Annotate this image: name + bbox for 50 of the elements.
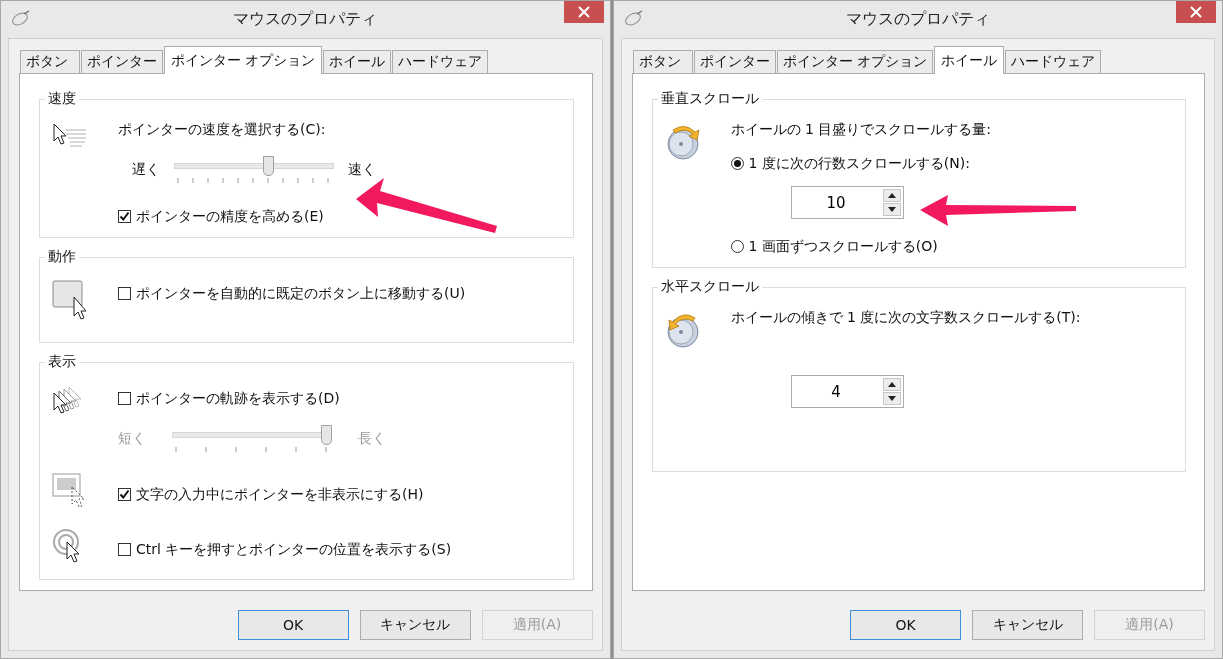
dialog-button[interactable]: OK [237,610,349,640]
tab[interactable]: ハードウェア [392,50,489,73]
window-title: マウスのプロパティ [844,9,991,30]
radio-option[interactable]: 1 画面ずつスクロールする(O) [730,235,938,257]
group-title: 垂直スクロール [659,90,760,108]
checkbox[interactable] [118,487,131,501]
window-title: マウスのプロパティ [232,9,379,30]
dialog-button[interactable]: キャンセル [359,610,471,640]
slider-track[interactable] [174,156,334,178]
setting-label: ポインターの速度を選択する(C): [118,120,326,139]
checkbox-option[interactable]: 文字の入力中にポインターを非表示にする(H) [118,483,424,505]
mouse-icon [623,10,644,26]
radio-option[interactable]: 1 度に次の行数スクロールする(N): [730,152,970,174]
radio-button[interactable] [730,239,744,253]
checkbox[interactable] [118,391,131,405]
tab[interactable]: ポインター オプション [164,46,323,74]
checkbox-option[interactable]: ポインターを自動的に既定のボタン上に移動する(U) [118,282,466,304]
tab[interactable]: ポインター [81,50,163,73]
close-button[interactable] [1176,1,1216,23]
dialog-button[interactable]: OK [850,610,961,640]
tab[interactable]: ハードウェア [1004,50,1101,73]
checkbox[interactable] [118,542,131,556]
checkbox-option[interactable]: Ctrl キーを押すとポインターの位置を表示する(S) [118,538,452,560]
dialog-button[interactable]: キャンセル [972,610,1083,640]
slider-label: 遅く [132,161,160,179]
close-button[interactable] [563,1,604,23]
group-title: 表示 [47,353,77,371]
tab[interactable]: ボタン [20,50,80,73]
slider-label: 長く [358,430,386,448]
checkbox-option[interactable]: ポインターの精度を高める(E) [118,205,324,227]
close-icon [1190,6,1202,18]
close-icon [577,6,590,18]
slider-label: 速く [348,161,376,179]
mouse-icon [11,10,31,26]
group-title: 水平スクロール [659,278,760,296]
setting-label: ホイールの 1 目盛りでスクロールする量: [730,120,992,139]
slider-label: 短く [118,430,146,448]
group-title: 動作 [47,248,77,266]
group-title: 速度 [47,90,77,108]
tab[interactable]: ホイール [933,46,1004,74]
tab[interactable]: ポインター [693,50,776,73]
slider-thumb[interactable] [263,156,275,176]
checkbox[interactable] [118,209,131,223]
tab[interactable]: ポインター オプション [776,50,933,73]
tab[interactable]: ボタン [632,50,693,73]
checkbox[interactable] [118,286,131,300]
radio-button[interactable] [730,156,744,170]
checkbox-option[interactable]: ポインターの軌跡を表示する(D) [118,387,340,409]
setting-label: ホイールの傾きで 1 度に次の文字数スクロールする(T): [730,308,1081,327]
tab[interactable]: ホイール [323,50,392,73]
